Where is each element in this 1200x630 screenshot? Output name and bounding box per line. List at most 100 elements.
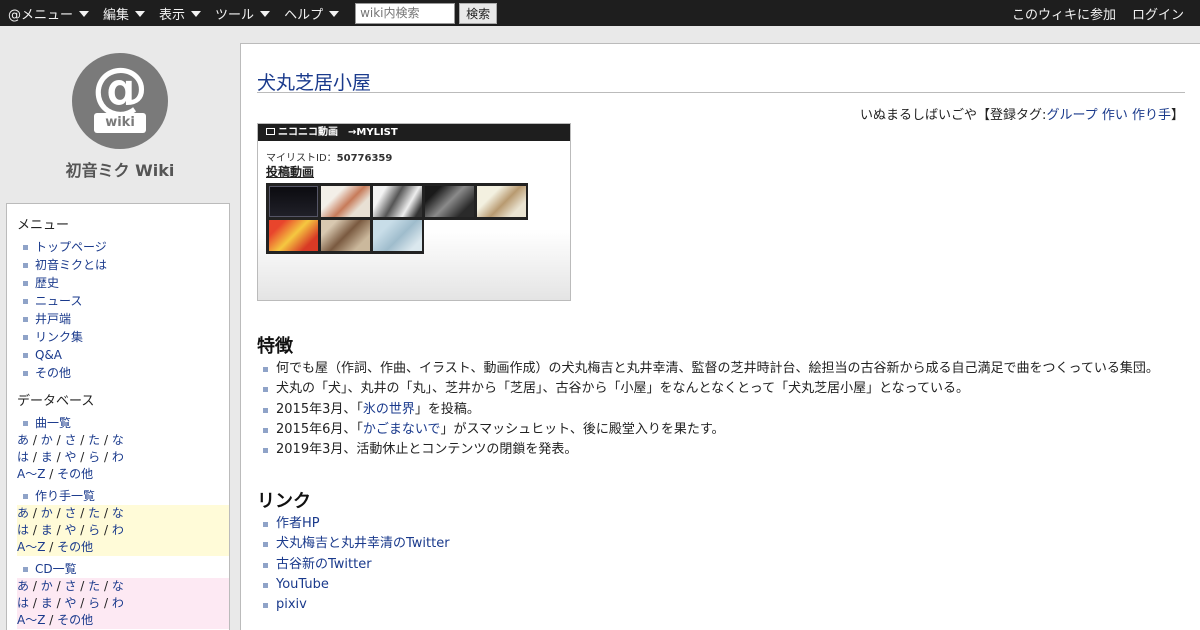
kana-link[interactable]: や	[64, 596, 76, 610]
kana-link[interactable]: た	[88, 579, 100, 593]
list-item[interactable]: 古谷新のTwitter	[263, 555, 450, 575]
kana-link[interactable]: ま	[41, 450, 53, 464]
tag-link[interactable]: 作い	[1102, 108, 1128, 123]
video-thumbnail[interactable]	[269, 220, 318, 251]
sidebar-item[interactable]: 初音ミクとは	[17, 256, 229, 274]
kana-link[interactable]: その他	[57, 613, 93, 627]
login-link[interactable]: ログイン	[1132, 4, 1184, 23]
kana-link[interactable]: な	[112, 433, 124, 447]
kana-link[interactable]: あ	[17, 579, 29, 593]
reading-text: いぬまるしばいごや【登録タグ:	[860, 108, 1047, 123]
menu-tools[interactable]: ツール	[207, 0, 276, 26]
kana-link[interactable]: その他	[57, 540, 93, 554]
sidebar-item[interactable]: リンク集	[17, 328, 229, 346]
kana-link[interactable]: か	[41, 506, 53, 520]
kana-link[interactable]: な	[112, 506, 124, 520]
sidebar-item[interactable]: その他	[17, 364, 229, 382]
kana-link[interactable]: ら	[88, 450, 100, 464]
kana-link[interactable]: ま	[41, 596, 53, 610]
list-item: 2015年6月、「かごまないで」がスマッシュヒット、後に殿堂入りを果たす。	[263, 420, 1159, 440]
bullet-icon	[263, 407, 268, 413]
posted-videos-link[interactable]: 投稿動画	[266, 163, 314, 180]
kana-link[interactable]: わ	[112, 450, 124, 464]
kana-link[interactable]: か	[41, 579, 53, 593]
kana-link[interactable]: た	[88, 506, 100, 520]
join-wiki-link[interactable]: このウィキに参加	[1012, 4, 1116, 23]
video-thumbnail[interactable]	[269, 186, 318, 217]
menu-atmenu[interactable]: @メニュー	[0, 0, 95, 26]
sidebar-item[interactable]: Q&A	[17, 346, 229, 364]
sidebar-item[interactable]: トップページ	[17, 238, 229, 256]
tag-link[interactable]: グループ	[1046, 108, 1097, 123]
sidebar-item-label: ニュース	[35, 294, 83, 308]
kana-link[interactable]: A～Z	[17, 613, 45, 627]
list-item[interactable]: 犬丸梅吉と丸井幸清のTwitter	[263, 534, 450, 554]
video-thumbnail[interactable]	[373, 186, 422, 217]
producer-list-link[interactable]: 作り手一覧	[17, 487, 229, 505]
bullet-icon	[23, 421, 28, 426]
cd-list-link[interactable]: CD一覧	[17, 560, 229, 578]
sidebar-heading-database: データベース	[17, 394, 95, 409]
kana-link[interactable]: さ	[64, 579, 76, 593]
kana-link[interactable]: な	[112, 579, 124, 593]
kana-link[interactable]: A～Z	[17, 467, 45, 481]
sidebar-item[interactable]: 井戸端	[17, 310, 229, 328]
kana-link[interactable]: その他	[57, 467, 93, 481]
site-name[interactable]: 初音ミク Wiki	[0, 157, 240, 181]
kana-link[interactable]: あ	[17, 433, 29, 447]
kana-link[interactable]: か	[41, 433, 53, 447]
kana-link[interactable]: あ	[17, 506, 29, 520]
kana-link[interactable]: さ	[64, 433, 76, 447]
tag-link[interactable]: 作り手	[1132, 108, 1171, 123]
feature-text: 2015年6月、「	[276, 421, 363, 437]
video-thumbnail[interactable]	[321, 186, 370, 217]
kana-link[interactable]: さ	[64, 506, 76, 520]
song-link[interactable]: かごまないで	[363, 422, 441, 437]
kana-link[interactable]: は	[17, 450, 29, 464]
external-link[interactable]: 作者HP	[276, 516, 320, 531]
menu-help[interactable]: ヘルプ	[276, 0, 345, 26]
external-link[interactable]: pixiv	[276, 597, 307, 612]
kana-link[interactable]: や	[64, 523, 76, 537]
kana-link[interactable]: A～Z	[17, 540, 45, 554]
kana-link[interactable]: や	[64, 450, 76, 464]
kana-link[interactable]: た	[88, 433, 100, 447]
kana-index-row: は / ま / や / ら / わ	[17, 450, 124, 464]
niconico-header[interactable]: ニコニコ動画 →MYLIST	[258, 124, 570, 141]
video-thumbnail[interactable]	[321, 220, 370, 251]
menu-label: @メニュー	[8, 7, 74, 23]
song-list-link[interactable]: 曲一覧	[17, 414, 229, 432]
external-link[interactable]: 犬丸梅吉と丸井幸清のTwitter	[276, 536, 450, 551]
kana-link[interactable]: ら	[88, 596, 100, 610]
kana-index-row: は / ま / や / ら / わ	[17, 595, 229, 612]
kana-link[interactable]: わ	[112, 596, 124, 610]
sidebar-item[interactable]: ニュース	[17, 292, 229, 310]
bullet-icon	[263, 427, 268, 433]
list-item[interactable]: pixiv	[263, 595, 450, 615]
external-link[interactable]: 古谷新のTwitter	[276, 557, 372, 572]
search-input[interactable]	[355, 2, 456, 24]
title-divider	[257, 92, 1185, 93]
song-link[interactable]: 氷の世界	[363, 402, 415, 417]
kana-link[interactable]: ら	[88, 523, 100, 537]
sidebar-item[interactable]: 歴史	[17, 274, 229, 292]
kana-link[interactable]: は	[17, 596, 29, 610]
kana-link[interactable]: わ	[112, 523, 124, 537]
menu-edit[interactable]: 編集	[95, 0, 151, 26]
kana-link[interactable]: は	[17, 523, 29, 537]
menu-label: ツール	[215, 7, 255, 23]
kana-index-row: A～Z / その他	[17, 467, 94, 481]
video-thumbnail[interactable]	[477, 186, 526, 217]
external-link[interactable]: YouTube	[276, 577, 329, 592]
kana-link[interactable]: ま	[41, 523, 53, 537]
search-button[interactable]: 検索	[459, 2, 498, 24]
menu-label: 編集	[103, 7, 130, 23]
site-logo[interactable]: @ wiki	[72, 53, 168, 149]
video-thumbnail[interactable]	[425, 186, 474, 217]
list-item: 2019年3月、活動休止とコンテンツの閉鎖を発表。	[263, 440, 1159, 460]
producer-list-label: 作り手一覧	[35, 489, 96, 503]
video-thumbnail[interactable]	[373, 220, 422, 251]
list-item[interactable]: YouTube	[263, 575, 450, 595]
list-item[interactable]: 作者HP	[263, 514, 450, 534]
menu-view[interactable]: 表示	[151, 0, 207, 26]
